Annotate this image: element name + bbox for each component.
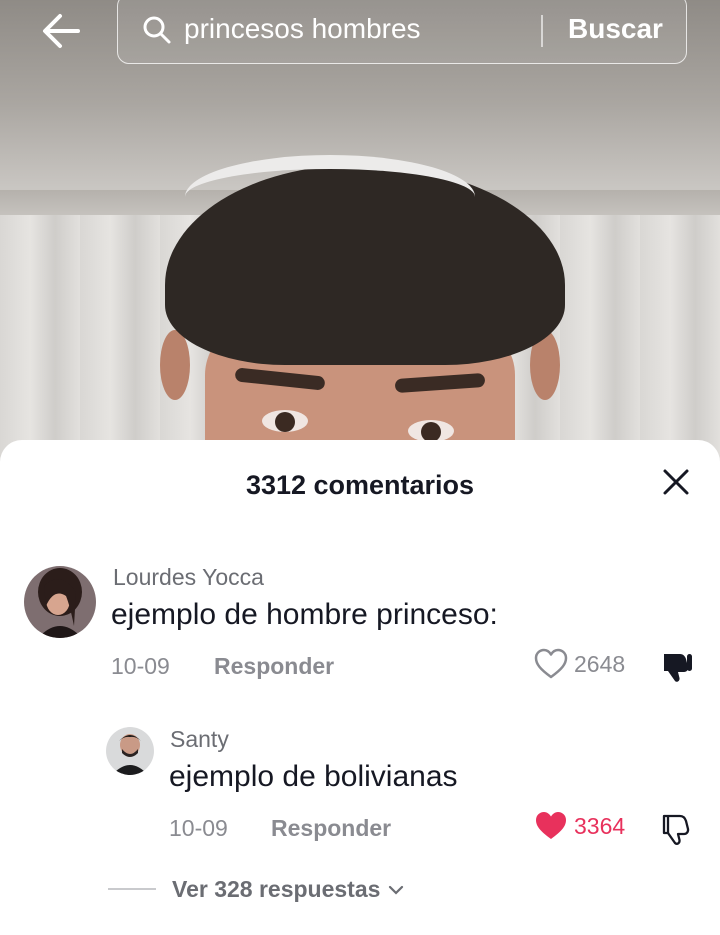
avatar-photo	[24, 566, 96, 638]
comment-username[interactable]: Lourdes Yocca	[113, 564, 264, 591]
reply-button[interactable]: Responder	[271, 815, 391, 842]
comments-count-title: 3312 comentarios	[245, 470, 475, 500]
left-ear	[160, 330, 190, 400]
right-eye	[408, 420, 454, 442]
close-icon	[663, 469, 689, 495]
dislike-button[interactable]	[660, 650, 694, 684]
reply-button[interactable]: Responder	[214, 653, 334, 680]
like-button[interactable]: 3364	[534, 810, 625, 842]
comment-date: 10-09	[111, 653, 170, 679]
comments-sheet: 3312 comentarios Lourdes Yocca ejemplo d…	[0, 440, 720, 935]
chevron-down-icon	[389, 885, 404, 895]
comment-username[interactable]: Santy	[170, 726, 229, 753]
search-divider	[541, 15, 543, 47]
search-bar[interactable]: princesos hombres Buscar	[117, 0, 687, 64]
headband	[185, 155, 475, 239]
thumbs-down-outline-icon	[662, 814, 690, 845]
comment-text: ejemplo de hombre princeso:	[111, 598, 498, 631]
dislike-button[interactable]	[660, 812, 694, 846]
back-button[interactable]	[38, 8, 88, 54]
thumbs-down-filled-icon	[664, 654, 692, 682]
close-button[interactable]	[660, 466, 692, 498]
like-count: 3364	[574, 812, 626, 839]
video-frame[interactable]	[0, 0, 720, 470]
avatar[interactable]	[106, 727, 154, 775]
search-icon	[143, 16, 171, 44]
view-replies-button[interactable]: Ver 328 respuestas	[172, 876, 404, 903]
like-button[interactable]: 2648	[534, 648, 625, 680]
view-replies-label: Ver 328 respuestas	[172, 876, 381, 902]
comment-date: 10-09	[169, 815, 228, 841]
comment-text: ejemplo de bolivianas	[169, 760, 458, 793]
search-input[interactable]: princesos hombres	[184, 13, 421, 45]
heart-outline-icon	[534, 648, 568, 679]
avatar-photo	[106, 727, 154, 775]
back-arrow-icon	[43, 14, 80, 48]
replies-divider	[108, 888, 156, 890]
left-eye	[262, 410, 308, 432]
heart-filled-icon	[536, 812, 566, 839]
like-count: 2648	[574, 650, 626, 677]
avatar[interactable]	[24, 566, 96, 638]
search-button[interactable]: Buscar	[568, 13, 663, 45]
